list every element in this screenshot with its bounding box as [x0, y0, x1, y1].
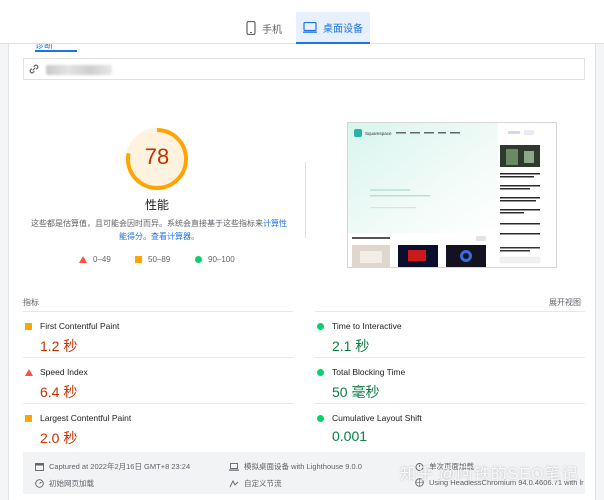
description-text: 这些都是估算值，且可能会因时而异。系统会直接基于这些指标来 [31, 219, 263, 228]
square-icon [25, 415, 32, 422]
metrics-heading: 指标 [23, 298, 39, 307]
legend-fail-label: 0–49 [93, 255, 111, 264]
view-calculator-link[interactable]: 查看计算器 [151, 232, 191, 241]
metric-name: Largest Contentful Paint [40, 413, 132, 423]
square-icon [135, 256, 142, 263]
link-icon [29, 64, 39, 74]
calendar-icon [35, 463, 44, 471]
network-icon [229, 479, 239, 487]
screenshot-content: Squarespace [348, 123, 556, 267]
device-tab-bar: 手机 桌面设备 [0, 0, 604, 44]
legend-pass-label: 90–100 [208, 255, 235, 264]
footer-emulated-text: 模拟桌面设备 with Lighthouse 9.0.0 [244, 462, 362, 471]
footer-throttle: 自定义节流 [229, 478, 282, 489]
footer-throttle-text: 自定义节流 [244, 479, 282, 488]
tab-mobile[interactable]: 手机 [246, 12, 294, 44]
metric-name: Speed Index [40, 367, 88, 377]
footer-captured: Captured at 2022年2月16日 GMT+8 23:24 [35, 461, 190, 472]
performance-description: 这些都是估算值，且可能会因时而异。系统会直接基于这些指标来计算性能得分。查看计算… [31, 217, 287, 243]
legend-pass: 90–100 [195, 255, 235, 264]
performance-title: 性能 [144, 198, 169, 212]
footer-emulated: 模拟桌面设备 with Lighthouse 9.0.0 [229, 461, 362, 472]
legend-fail: 0–49 [79, 255, 111, 264]
stopwatch-icon [35, 479, 44, 488]
vertical-divider [305, 162, 306, 238]
metric-tti: Time to Interactive 2.1 秒 [315, 311, 585, 357]
metric-value: 50 毫秒 [332, 384, 380, 400]
tab-desktop-label: 桌面设备 [323, 23, 363, 35]
triangle-icon [25, 369, 33, 376]
page-screenshot-thumbnail[interactable]: Squarespace [347, 122, 557, 268]
circle-icon [317, 323, 324, 330]
description-end: 。 [191, 232, 199, 241]
svg-text:Squarespace: Squarespace [365, 131, 392, 136]
metric-name: Time to Interactive [332, 321, 402, 331]
metric-cls: Cumulative Layout Shift 0.001 [315, 403, 585, 449]
square-icon [25, 323, 32, 330]
metric-value: 1.2 秒 [40, 338, 78, 354]
metric-speed-index: Speed Index 6.4 秒 [23, 357, 293, 403]
metric-tbt: Total Blocking Time 50 毫秒 [315, 357, 585, 403]
performance-score: 78 [144, 144, 170, 169]
watermark: 知乎 @阿铁的SEO笔记 [400, 466, 579, 483]
legend-average-label: 50–89 [148, 255, 171, 264]
expand-view-toggle[interactable]: 展开视图 [549, 297, 581, 308]
metric-lcp: Largest Contentful Paint 2.0 秒 [23, 403, 293, 449]
url-redacted [46, 65, 112, 75]
active-tab-underline [35, 50, 77, 52]
tab-desktop[interactable]: 桌面设备 [296, 12, 370, 44]
circle-icon [317, 415, 324, 422]
desktop-icon [303, 21, 317, 33]
tab-mobile-label: 手机 [262, 24, 282, 36]
url-field[interactable] [23, 58, 585, 80]
circle-icon [195, 256, 202, 263]
report-panel: 诊断 78 性能 这些都是估算值，且可能会因时而异。系统会直接基于这些指标来计算… [8, 44, 596, 500]
metric-value: 6.4 秒 [40, 384, 78, 400]
legend-average: 50–89 [135, 255, 170, 264]
footer-captured-text: Captured at 2022年2月16日 GMT+8 23:24 [49, 462, 191, 471]
laptop-icon [229, 462, 239, 471]
metric-value: 2.0 秒 [40, 430, 78, 446]
metric-fcp: First Contentful Paint 1.2 秒 [23, 311, 293, 357]
footer-initial-text: 初始网页加载 [49, 479, 94, 488]
footer-initial-load: 初始网页加载 [35, 478, 94, 489]
triangle-icon [79, 256, 87, 263]
metric-name: First Contentful Paint [40, 321, 120, 331]
description-middle: 。 [143, 232, 151, 241]
metric-value: 0.001 [332, 428, 368, 444]
metric-value: 2.1 秒 [332, 338, 370, 354]
circle-icon [317, 369, 324, 376]
phone-icon [246, 21, 256, 35]
metric-name: Cumulative Layout Shift [332, 413, 422, 423]
metric-name: Total Blocking Time [332, 367, 406, 377]
